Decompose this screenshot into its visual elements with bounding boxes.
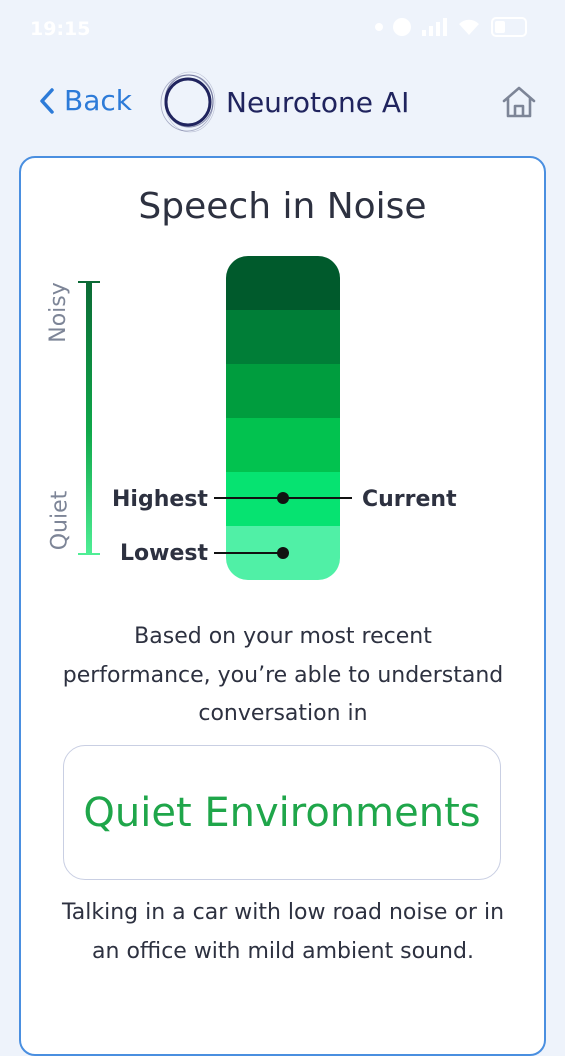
chevron-left-icon: [40, 87, 54, 114]
brand: Neurotone AI: [160, 70, 409, 134]
current-marker-dot: [277, 492, 289, 504]
meter-level-4: [226, 364, 340, 418]
lowest-marker-line: [214, 552, 284, 554]
back-label: Back: [64, 84, 132, 117]
current-marker-label: Current: [362, 487, 457, 512]
card-title: Speech in Noise: [138, 186, 427, 227]
noise-axis-line: [86, 282, 92, 554]
neurotone-logo-icon: [160, 71, 216, 133]
battery-icon: [491, 17, 527, 37]
lowest-marker-dot: [277, 547, 289, 559]
meter-level-5: [226, 310, 340, 364]
brand-name: Neurotone AI: [226, 85, 410, 119]
wifi-icon: [459, 19, 479, 35]
do-not-disturb-icon: [393, 18, 411, 36]
meter-level-3: [226, 418, 340, 472]
status-time: 19:15: [30, 18, 91, 40]
highest-marker-label: Highest: [112, 487, 208, 512]
status-icons: [375, 17, 527, 37]
notification-dot-icon: [375, 23, 383, 31]
status-bar: 19:15: [0, 0, 565, 60]
performance-description: Based on your most recent performance, y…: [62, 624, 504, 726]
environment-example: Talking in a car with low road noise or …: [61, 900, 505, 964]
result-box: Quiet Environments: [63, 745, 501, 880]
axis-label-quiet: Quiet: [47, 490, 73, 551]
home-icon[interactable]: [500, 84, 538, 120]
signal-icon: [422, 18, 447, 36]
axis-label-noisy: Noisy: [45, 282, 71, 343]
back-button[interactable]: Back: [38, 84, 132, 117]
meter-level-6: [226, 256, 340, 310]
axis-cap-bottom: [78, 553, 100, 555]
noise-level-meter: [226, 256, 340, 580]
lowest-marker-label: Lowest: [120, 541, 208, 566]
result-environment: Quiet Environments: [83, 789, 481, 836]
